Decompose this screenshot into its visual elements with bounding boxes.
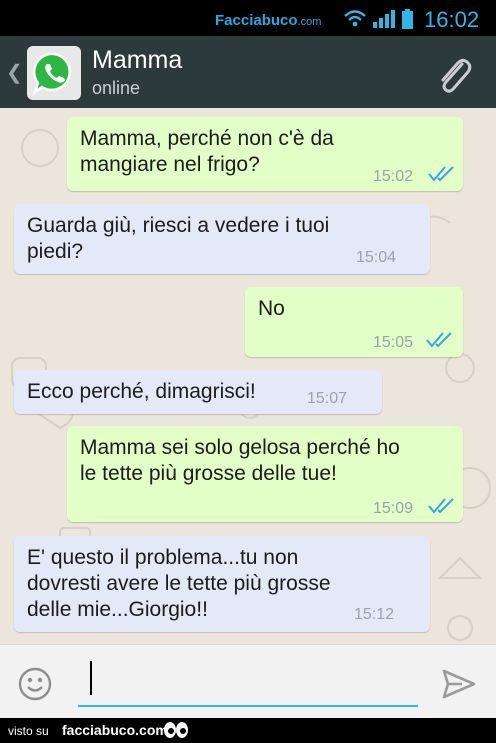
contact-name[interactable]: Mamma <box>92 46 182 75</box>
back-chevron-icon[interactable]: ❮ <box>6 60 23 85</box>
message-text: Mamma, perché non c'è da mangiare nel fr… <box>80 127 334 176</box>
message-time: 15:04 <box>356 249 397 266</box>
message-input-bar <box>0 644 496 719</box>
message-bubble-incoming[interactable]: E' questo il problema...tu non dovresti … <box>14 536 430 632</box>
message-bubble-outgoing[interactable]: Mamma sei solo gelosa perché ho le tette… <box>67 426 463 522</box>
message-time: 15:07 <box>307 390 348 407</box>
read-double-tick-icon <box>428 498 454 514</box>
whatsapp-screen: Facciabuco.com 16:02 ❮ Mamma online Mamm… <box>0 0 496 743</box>
footer-site: facciabuco.com <box>62 722 168 738</box>
message-bubble-incoming[interactable]: Guarda giù, riesci a vedere i tuoi piedi… <box>14 204 430 274</box>
wifi-dot <box>352 21 358 27</box>
message-bubble-incoming[interactable]: Ecco perché, dimagrisci! 15:07 <box>14 370 382 414</box>
eyes-logo-icon <box>164 722 188 738</box>
message-text: No <box>258 297 285 320</box>
message-text: E' questo il problema...tu non dovresti … <box>27 546 331 621</box>
whatsapp-logo-icon[interactable] <box>27 46 81 100</box>
status-bar: Facciabuco.com 16:02 <box>0 0 496 36</box>
battery-icon <box>402 9 413 29</box>
footer-visto-su: visto su <box>8 724 49 738</box>
conversation-header[interactable]: ❮ Mamma online <box>0 36 496 108</box>
read-double-tick-icon <box>428 166 454 182</box>
message-text: Ecco perché, dimagrisci! <box>27 380 256 403</box>
message-time: 15:02 <box>373 168 414 185</box>
message-time: 15:12 <box>354 606 395 623</box>
paperclip-icon[interactable] <box>432 52 476 96</box>
status-time: 16:02 <box>424 7 480 32</box>
message-text: Mamma sei solo gelosa perché ho le tette… <box>80 436 400 485</box>
watermark-footer: visto su facciabuco.com <box>0 718 496 743</box>
message-text: Guarda giù, riesci a vedere i tuoi piedi… <box>27 214 330 263</box>
contact-status: online <box>92 78 141 98</box>
text-cursor <box>90 661 92 695</box>
read-double-tick-icon <box>426 332 452 348</box>
status-watermark: Facciabuco.com <box>215 12 322 29</box>
message-bubble-outgoing[interactable]: No 15:05 <box>245 287 463 357</box>
signal-battery-icons <box>344 9 413 29</box>
wifi-icon <box>344 10 366 21</box>
message-time: 15:05 <box>373 334 414 351</box>
message-input[interactable] <box>78 657 418 707</box>
cell-signal-icon <box>373 10 395 28</box>
smiley-icon[interactable] <box>18 667 52 701</box>
send-icon[interactable] <box>440 665 478 703</box>
message-bubble-outgoing[interactable]: Mamma, perché non c'è da mangiare nel fr… <box>67 117 463 191</box>
message-time: 15:09 <box>373 500 414 517</box>
